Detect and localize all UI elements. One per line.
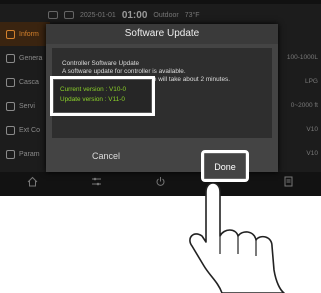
sidebar-item-label: Genera (19, 54, 43, 62)
setting-value (279, 22, 321, 46)
pointing-hand-icon (189, 182, 285, 293)
lock-icon (64, 11, 74, 19)
home-icon[interactable] (27, 176, 38, 187)
sidebar-item-label: Param (19, 150, 40, 158)
user-icon (6, 149, 15, 159)
sidebar-item-label: Servi (19, 102, 35, 110)
status-bar: 2025-01-01 01:00 Outdoor 73°F (48, 8, 278, 22)
ext-control-icon (6, 125, 15, 135)
cancel-button[interactable]: Cancel (66, 147, 146, 165)
wifi-icon (48, 11, 58, 19)
service-icon (6, 101, 15, 111)
sidebar-item-service[interactable]: Servi (0, 94, 50, 118)
current-version: Current version : V10-0 (60, 86, 127, 93)
version-info-highlight: Current version : V10-0 Update version :… (50, 76, 155, 116)
status-outdoor-label: Outdoor (153, 11, 179, 19)
sidebar-item-ext-control[interactable]: Ext Co (0, 118, 50, 142)
setting-values-column: 100-1000L LPG 0~2000 ft V10 V10 (279, 22, 321, 166)
sidebar-item-information[interactable]: Inform (0, 22, 50, 46)
sidebar: Inform Genera Casca Servi Ext Co Param (0, 22, 50, 172)
message-line: Controller Software Update (62, 60, 140, 67)
sidebar-item-label: Casca (19, 78, 39, 86)
power-icon[interactable] (155, 176, 166, 187)
status-time: 01:00 (121, 9, 148, 21)
message-line: A software update for controller is avai… (62, 68, 186, 75)
general-icon (6, 53, 15, 63)
sidebar-item-label: Ext Co (19, 126, 41, 134)
setting-value: 100-1000L (286, 54, 318, 61)
update-version: Update version : V11-0 (60, 96, 125, 103)
cascade-icon (6, 77, 15, 87)
sidebar-item-cascade[interactable]: Casca (0, 70, 50, 94)
sidebar-item-general[interactable]: Genera (0, 46, 50, 70)
setting-value: LPG (304, 78, 318, 85)
dialog-title: Software Update (46, 24, 278, 44)
setting-value: V10 (306, 126, 318, 133)
sidebar-item-parameters[interactable]: Param (0, 142, 50, 166)
status-outdoor-temp: 73°F (184, 11, 200, 19)
info-icon (6, 29, 15, 39)
sliders-icon[interactable] (91, 176, 102, 187)
sidebar-item-label: Inform (19, 30, 39, 38)
status-date: 2025-01-01 (80, 11, 116, 19)
setting-value: 0~2000 ft (290, 102, 318, 109)
